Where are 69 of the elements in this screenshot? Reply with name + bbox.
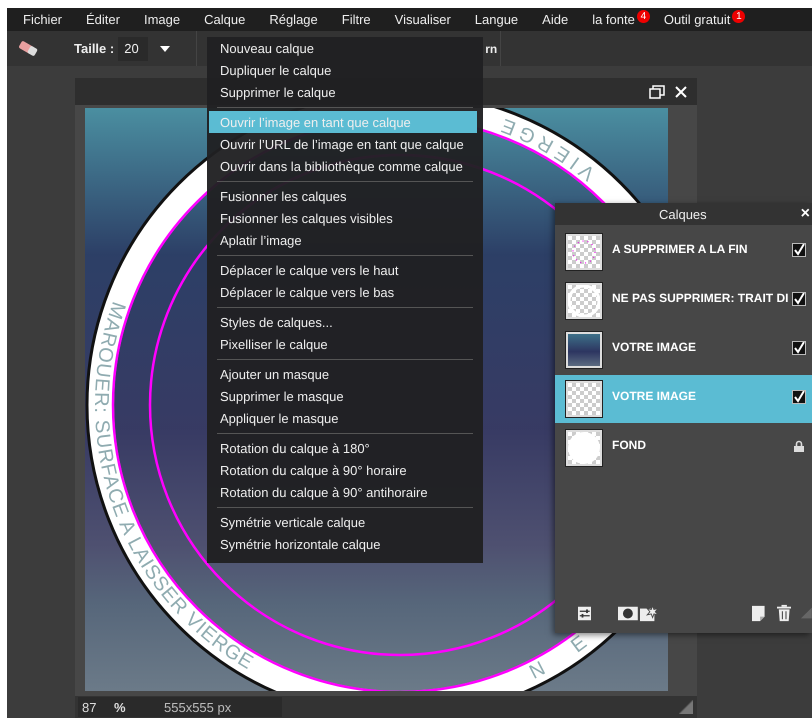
layer-row[interactable]: FOND [555, 424, 812, 472]
layer-thumbnail [566, 332, 602, 368]
visibility-checkbox[interactable] [792, 341, 806, 355]
visibility-checkbox[interactable] [792, 243, 806, 257]
menu-option[interactable]: Supprimer le masque [209, 385, 477, 407]
mask-icon[interactable] [618, 606, 638, 620]
menu-option[interactable]: Supprimer le calque [209, 81, 477, 103]
menu-option[interactable]: Symétrie verticale calque [209, 511, 477, 533]
layer-thumbnail [566, 381, 602, 417]
menu-option[interactable]: Appliquer le masque [209, 407, 477, 429]
resize-icon[interactable] [679, 700, 693, 714]
layer-row[interactable]: VOTRE IMAGE [555, 326, 812, 374]
menu-item[interactable]: Fichier [15, 12, 70, 27]
menu-option[interactable]: Rotation du calque à 180° [209, 437, 477, 459]
menu-item[interactable]: Langue [466, 12, 526, 27]
new-layer-icon[interactable] [752, 604, 765, 622]
menu-item[interactable]: Image [136, 12, 188, 27]
menu-option[interactable]: Rotation du calque à 90° antihoraire [209, 481, 477, 503]
layer-name: VOTRE IMAGE [612, 389, 698, 403]
menu-item[interactable]: Aide [534, 12, 576, 27]
menu-option[interactable]: Dupliquer le calque [209, 59, 477, 81]
menu-option[interactable]: Aplatir l’image [209, 229, 477, 251]
menu-item[interactable]: Visualiser [386, 12, 459, 27]
image-dimensions: 555x555 px [164, 700, 232, 714]
layer-name: NE PAS SUPPRIMER: TRAIT DI [612, 291, 790, 305]
menu-option[interactable]: Ouvrir dans la bibliothèque comme calque [209, 155, 477, 177]
menu-option[interactable]: Déplacer le calque vers le bas [209, 281, 477, 303]
lock-icon[interactable] [794, 440, 804, 452]
layer-thumbnail [566, 430, 602, 466]
trash-icon[interactable] [776, 604, 792, 622]
menu-item[interactable]: Outil gratuit [656, 12, 732, 27]
menu-item[interactable]: la fonte [584, 12, 637, 27]
zoom-unit: % [114, 700, 127, 714]
notification-badge: 4 [636, 10, 650, 23]
menu-option[interactable]: Déplacer le calque vers le haut [209, 259, 477, 281]
close-button[interactable]: × [798, 205, 812, 223]
layer-thumbnail [566, 234, 602, 270]
menu-item[interactable]: Réglage [261, 12, 326, 27]
caret-icon[interactable] [160, 46, 170, 52]
zoom-field[interactable]: 87 [78, 700, 110, 714]
menu-option[interactable]: Styles de calques... [209, 311, 477, 333]
layer-name: A SUPPRIMER A LA FIN [612, 242, 749, 256]
menu-option[interactable]: Ajouter un masque [209, 363, 477, 385]
menu-option[interactable]: Nouveau calque [209, 37, 477, 59]
visibility-checkbox[interactable] [792, 390, 806, 404]
restore-icon[interactable] [649, 84, 665, 98]
layer-thumbnail [566, 283, 602, 319]
menu-item[interactable]: Calque [196, 12, 254, 27]
panel-title: Calques [658, 206, 708, 222]
menu-option[interactable]: Fusionner les calques visibles [209, 207, 477, 229]
layer-name: FOND [612, 438, 647, 452]
layer-row[interactable]: A SUPPRIMER A LA FIN [555, 228, 812, 276]
menu-option[interactable]: Ouvrir l’URL de l’image en tant que calque [209, 133, 477, 155]
effects-icon[interactable] [640, 604, 658, 622]
menu-option[interactable]: Pixelliser le calque [209, 333, 477, 355]
menu-option[interactable]: Fusionner les calques [209, 185, 477, 207]
visibility-checkbox[interactable] [792, 292, 806, 306]
menu-option[interactable]: Symétrie horizontale calque [209, 533, 477, 555]
notification-badge: 1 [732, 10, 746, 23]
size-field[interactable]: 20 [118, 36, 148, 60]
menu-item[interactable]: Éditer [78, 12, 128, 27]
size-label: Taille : [74, 41, 114, 56]
menu-item[interactable]: Filtre [334, 12, 379, 27]
toolbar-button[interactable]: rn [484, 42, 498, 56]
menu-option[interactable]: Rotation du calque à 90° horaire [209, 459, 477, 481]
layer-row[interactable]: NE PAS SUPPRIMER: TRAIT DI [555, 277, 812, 325]
adjustments-icon[interactable] [578, 606, 592, 620]
close-icon[interactable] [675, 86, 687, 98]
layer-name: VOTRE IMAGE [612, 340, 698, 354]
